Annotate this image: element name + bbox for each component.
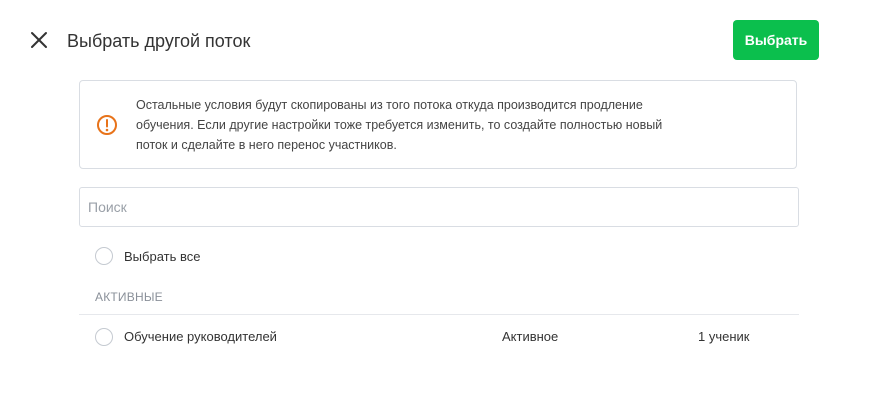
notice-text: Остальные условия будут скопированы из т… xyxy=(136,95,736,155)
dialog-title: Выбрать другой поток xyxy=(67,31,251,51)
notice-text-line: Остальные условия будут скопированы из т… xyxy=(136,98,643,112)
close-button[interactable] xyxy=(29,30,49,50)
stream-radio[interactable] xyxy=(95,328,113,346)
stream-row[interactable]: Обучение руководителей Активное 1 ученик xyxy=(79,318,799,354)
stream-status: Активное xyxy=(502,329,559,344)
search-input[interactable] xyxy=(79,187,799,227)
stream-participants: 1 ученик xyxy=(698,329,750,344)
info-notice: Остальные условия будут скопированы из т… xyxy=(79,80,797,169)
stream-name: Обучение руководителей xyxy=(124,329,277,344)
warning-circle-icon xyxy=(96,114,118,136)
select-stream-dialog: Выбрать другой поток Выбрать Остальные у… xyxy=(0,0,874,413)
section-label-active: АКТИВНЫЕ xyxy=(95,290,163,304)
notice-text-line: поток и сделайте в него перенос участник… xyxy=(136,138,397,152)
notice-text-line: обучения. Если другие настройки тоже тре… xyxy=(136,118,663,132)
divider xyxy=(79,314,799,315)
select-all-radio[interactable] xyxy=(95,247,113,265)
close-icon xyxy=(31,32,47,48)
select-button[interactable]: Выбрать xyxy=(733,20,819,60)
select-all-label[interactable]: Выбрать все xyxy=(124,248,200,266)
